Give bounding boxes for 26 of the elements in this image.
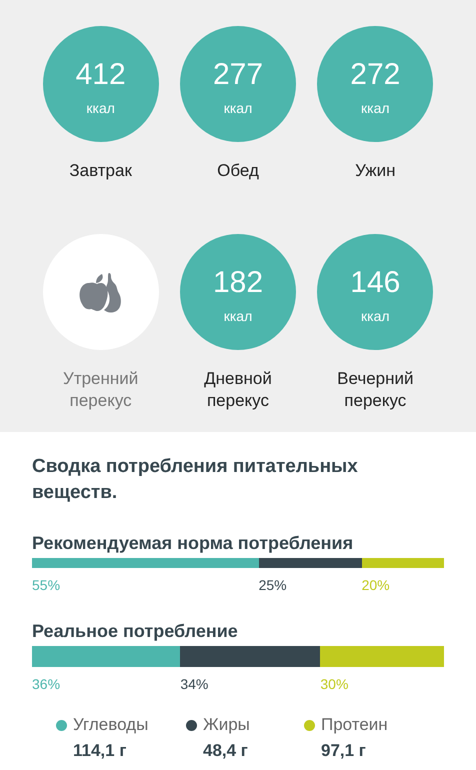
calorie-button[interactable]: 182 ккал [180,234,296,350]
percent-label: 30% [320,676,348,692]
calorie-button[interactable]: 412 ккал [42,26,159,142]
calorie-button[interactable]: 277 ккал [180,26,296,142]
meal-label: Дневной перекус [203,368,273,412]
meal-label: Утренний перекус [62,368,140,412]
bar-title: Рекомендуемая норма потребления [32,532,354,554]
bar-title: Реальное потребление [32,620,239,642]
percent-label: 55% [32,577,60,593]
meal-label: Завтрак [68,160,133,182]
legend-label: Протеин [321,715,388,735]
amount-value: 97,1 г [320,741,367,761]
percent-label: 20% [362,577,390,593]
percent-label: 34% [180,676,208,692]
section-title: Сводка потребления питательных веществ. [32,455,359,505]
calorie-button[interactable]: 146 ккал [317,234,434,350]
legend-label: Углеводы [73,715,148,735]
amount-value: 48,4 г [202,741,249,761]
meal-label: Обед [216,160,260,182]
meal-label: Ужин [354,160,397,182]
calorie-button[interactable]: 272 ккал [317,26,434,142]
meal-label: Вечерний перекус [336,368,414,412]
legend-label: Жиры [203,715,250,735]
percent-label: 36% [32,676,60,692]
amount-value: 114,1 г [72,741,128,761]
percent-label: 25% [258,577,287,593]
